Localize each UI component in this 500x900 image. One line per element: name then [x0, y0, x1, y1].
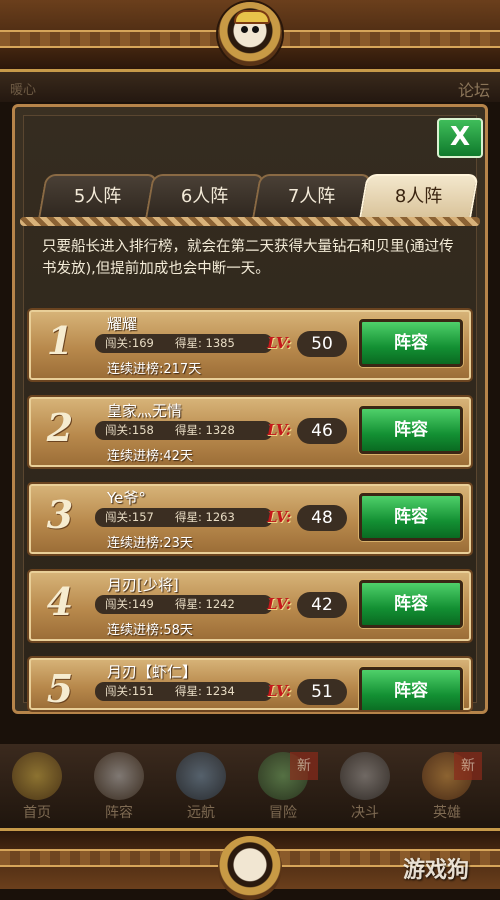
- star-count: 得星: 1328: [175, 423, 235, 437]
- duel-icon: [340, 752, 390, 800]
- straw-hat-skull-emblem-icon: [218, 836, 282, 900]
- ranking-row: 4 月刃[少将] 闯关:149 得星: 1242 连续进榜:58天 LV: 42…: [27, 569, 473, 643]
- tab-label: 7人阵: [288, 186, 336, 207]
- stage-count: 闯关:169: [105, 336, 154, 350]
- streak-text: 连续进榜:217天: [107, 362, 202, 377]
- nav-label: 首页: [23, 805, 51, 821]
- straw-hat-skull-emblem-icon: [218, 2, 282, 66]
- skull-eye-icon: [252, 26, 259, 33]
- close-button[interactable]: X: [437, 118, 483, 158]
- ranking-row: 3 Ye爷° 闯关:157 得星: 1263 连续进榜:23天 LV: 48 阵…: [27, 482, 473, 556]
- lineup-button[interactable]: 阵容: [359, 493, 463, 541]
- tab-label: 6人阵: [181, 186, 229, 207]
- level-value: 46: [297, 418, 347, 444]
- site-watermark: 游戏狗: [403, 858, 470, 883]
- streak-text: 连续进榜:42天: [107, 449, 193, 464]
- rope-divider: [20, 217, 480, 226]
- straw-hat-icon: [234, 10, 270, 24]
- level-label: LV:: [267, 508, 292, 526]
- ranking-row: 5 月刃【虾仁】 闯关:151 得星: 1234 LV: 51 阵容: [27, 656, 473, 712]
- streak-text: 连续进榜:58天: [107, 623, 193, 638]
- nav-item-lineup[interactable]: 阵容: [84, 752, 154, 824]
- level-label: LV:: [267, 595, 292, 613]
- sub-header-bar: 暖心 论坛: [0, 72, 500, 102]
- new-badge: 新: [290, 752, 318, 780]
- rank-number: 2: [46, 405, 74, 450]
- stats-pill: 闯关:149 得星: 1242: [95, 595, 273, 614]
- tab-6-formation[interactable]: 6人阵: [145, 174, 265, 218]
- streak-text: 连续进榜:23天: [107, 536, 193, 551]
- reward-notice: 只要船长进入排行榜，就会在第二天获得大量钻石和贝里(通过传书发放),但提前加成也…: [42, 239, 454, 277]
- lineup-button[interactable]: 阵容: [359, 667, 463, 710]
- new-badge: 新: [454, 752, 482, 780]
- level-value: 42: [297, 592, 347, 618]
- stage-count: 闯关:151: [105, 684, 154, 698]
- nav-item-voyage[interactable]: 远航: [166, 752, 236, 824]
- lineup-button[interactable]: 阵容: [359, 319, 463, 367]
- star-count: 得星: 1263: [175, 510, 235, 524]
- stats-pill: 闯关:169 得星: 1385: [95, 334, 273, 353]
- player-name: 月刃【虾仁】: [107, 663, 198, 681]
- lineup-icon: [94, 752, 144, 800]
- level-value: 48: [297, 505, 347, 531]
- level-label: LV:: [267, 334, 292, 352]
- nav-item-adventure[interactable]: 冒险 新: [248, 752, 318, 824]
- star-count: 得星: 1242: [175, 597, 235, 611]
- player-name: 皇家灬无情: [107, 402, 183, 420]
- nav-label: 英雄: [433, 805, 461, 821]
- tab-5-formation[interactable]: 5人阵: [38, 174, 158, 218]
- player-name: Ye爷°: [107, 489, 146, 507]
- rank-number: 3: [46, 492, 74, 537]
- ranking-row: 2 皇家灬无情 闯关:158 得星: 1328 连续进榜:42天 LV: 46 …: [27, 395, 473, 469]
- forum-link[interactable]: 论坛: [458, 77, 490, 101]
- nav-item-hero[interactable]: 英雄 新: [412, 752, 482, 824]
- level-value: 50: [297, 331, 347, 357]
- lineup-button[interactable]: 阵容: [359, 580, 463, 628]
- lineup-button[interactable]: 阵容: [359, 406, 463, 454]
- stage-count: 闯关:158: [105, 423, 154, 437]
- anchor-icon: [176, 752, 226, 800]
- rank-number: 5: [46, 666, 74, 711]
- tab-7-formation[interactable]: 7人阵: [252, 174, 372, 218]
- star-count: 得星: 1385: [175, 336, 235, 350]
- sub-header-left-text: 暖心: [10, 83, 37, 98]
- nav-item-home[interactable]: 首页: [2, 752, 72, 824]
- tab-label: 8人阵: [395, 186, 443, 207]
- tab-8-formation[interactable]: 8人阵: [359, 174, 479, 218]
- nav-label: 冒险: [269, 805, 297, 821]
- tab-label: 5人阵: [74, 186, 122, 207]
- nav-label: 决斗: [351, 805, 379, 821]
- rank-number: 4: [46, 579, 74, 624]
- level-value: 51: [297, 679, 347, 705]
- stage-count: 闯关:149: [105, 597, 154, 611]
- player-name: 耀耀: [107, 315, 138, 333]
- rank-number: 1: [46, 318, 74, 363]
- stats-pill: 闯关:157 得星: 1263: [95, 508, 273, 527]
- stats-pill: 闯关:158 得星: 1328: [95, 421, 273, 440]
- nav-label: 阵容: [105, 805, 133, 821]
- level-label: LV:: [267, 421, 292, 439]
- star-count: 得星: 1234: [175, 684, 235, 698]
- level-label: LV:: [267, 682, 292, 700]
- home-icon: [12, 752, 62, 800]
- player-name: 月刃[少将]: [107, 576, 179, 594]
- nav-item-duel[interactable]: 决斗: [330, 752, 400, 824]
- stage-count: 闯关:157: [105, 510, 154, 524]
- stats-pill: 闯关:151 得星: 1234: [95, 682, 273, 701]
- ranking-row: 1 耀耀 闯关:169 得星: 1385 连续进榜:217天 LV: 50 阵容: [27, 308, 473, 382]
- skull-eye-icon: [241, 26, 248, 33]
- nav-label: 远航: [187, 805, 215, 821]
